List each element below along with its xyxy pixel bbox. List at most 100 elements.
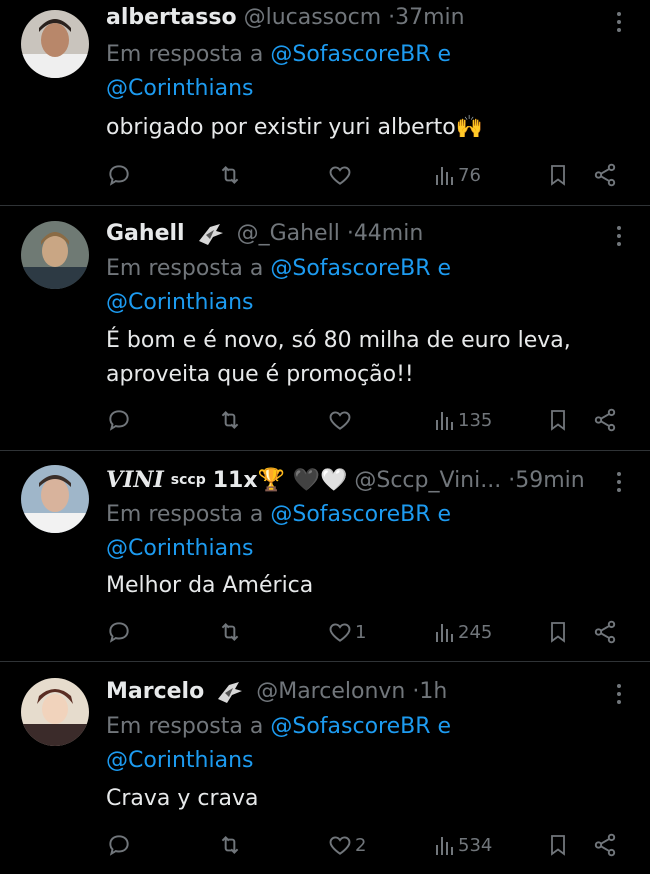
more-icon[interactable] — [614, 12, 624, 36]
views-icon — [436, 167, 453, 185]
avatar[interactable] — [21, 221, 89, 289]
mention-link[interactable]: @SofascoreBR — [270, 42, 430, 67]
tweet-text-line: Crava y crava — [106, 786, 259, 811]
bookmark-button[interactable] — [546, 405, 570, 435]
bookmark-button[interactable] — [546, 160, 570, 190]
share-button[interactable] — [592, 830, 618, 860]
reply-button[interactable] — [106, 405, 132, 435]
retweet-icon — [221, 411, 239, 429]
retweet-icon — [221, 836, 239, 854]
tweet[interactable]: Gahell @_Gahell ·44min Em resposta a @So… — [0, 206, 650, 451]
retweet-button[interactable] — [216, 405, 244, 435]
tweet[interactable]: albertasso @lucassocm ·37min Em resposta… — [0, 0, 650, 206]
retweet-button[interactable] — [216, 160, 244, 190]
tweet-text: Crava y crava — [106, 782, 606, 816]
reply-icon — [109, 622, 129, 643]
share-icon — [594, 620, 616, 644]
display-name-superscript: sccp — [170, 472, 206, 488]
tweet-text-line: aproveita que é promoção!! — [106, 362, 414, 387]
reply-button[interactable] — [106, 160, 132, 190]
username[interactable]: @_Gahell — [237, 221, 340, 246]
mention-link[interactable]: @SofascoreBR — [270, 256, 430, 281]
username[interactable]: @lucassocm — [244, 5, 382, 30]
reply-button[interactable] — [106, 617, 132, 647]
reply-icon — [109, 835, 129, 856]
tweet-text-line: Melhor da América — [106, 573, 314, 598]
reply-context: Em resposta a @SofascoreBR e @Corinthian… — [106, 710, 596, 778]
retweet-button[interactable] — [216, 617, 244, 647]
views-count: 76 — [458, 164, 481, 186]
share-button[interactable] — [592, 160, 618, 190]
reply-context: Em resposta a @SofascoreBR e @Corinthian… — [106, 38, 596, 106]
like-icon — [329, 836, 351, 855]
tweet-text: Melhor da América — [106, 569, 606, 603]
timestamp[interactable]: 59min — [515, 468, 584, 493]
more-icon[interactable] — [614, 472, 624, 496]
tweet[interactable]: VINI sccp 11x🏆 🖤🤍 @Sccp_Vini... ·59min E… — [0, 451, 650, 662]
display-name[interactable]: Gahell — [106, 221, 185, 246]
views-button[interactable]: 534 — [434, 830, 492, 860]
display-name[interactable]: Marcelo — [106, 679, 204, 704]
tweet-text-line: É bom e é novo, só 80 milha de euro leva… — [106, 328, 571, 353]
bookmark-icon — [551, 622, 565, 643]
views-icon — [436, 412, 453, 430]
views-button[interactable]: 76 — [434, 160, 481, 190]
mention-link[interactable]: @SofascoreBR — [270, 502, 430, 527]
share-button[interactable] — [592, 405, 618, 435]
like-button[interactable] — [327, 405, 353, 435]
mention-conjunction: e — [437, 714, 452, 739]
mention-conjunction: e — [437, 502, 452, 527]
timestamp[interactable]: 37min — [395, 5, 464, 30]
tweet-actions: 2 534 — [106, 830, 626, 860]
avatar[interactable] — [21, 465, 89, 533]
timestamp[interactable]: 44min — [354, 221, 423, 246]
tweet-actions: 1 245 — [106, 617, 626, 647]
tweet-actions: 76 — [106, 160, 626, 190]
retweet-icon — [221, 623, 239, 641]
avatar[interactable] — [21, 678, 89, 746]
views-count: 135 — [458, 409, 493, 431]
views-icon — [436, 624, 453, 642]
reply-context: Em resposta a @SofascoreBR e @Corinthian… — [106, 498, 596, 566]
mention-link[interactable]: @Corinthians — [106, 536, 254, 561]
bookmark-icon — [551, 165, 565, 186]
mention-link[interactable]: @Corinthians — [106, 76, 254, 101]
like-count: 2 — [355, 834, 367, 856]
bookmark-button[interactable] — [546, 617, 570, 647]
reply-prefix: Em resposta a — [106, 502, 264, 527]
display-name[interactable]: albertasso — [106, 5, 237, 30]
reply-button[interactable] — [106, 830, 132, 860]
avatar[interactable] — [21, 10, 89, 78]
share-button[interactable] — [592, 617, 618, 647]
like-button[interactable]: 2 — [327, 830, 366, 860]
reply-context: Em resposta a @SofascoreBR e @Corinthian… — [106, 252, 596, 320]
tweet-text: É bom e é novo, só 80 milha de euro leva… — [106, 324, 606, 392]
avatar-image — [21, 221, 89, 289]
like-button[interactable] — [327, 160, 353, 190]
views-button[interactable]: 245 — [434, 617, 492, 647]
username[interactable]: @Marcelonvn — [256, 679, 405, 704]
more-icon[interactable] — [614, 684, 624, 708]
like-button[interactable]: 1 — [327, 617, 366, 647]
timestamp[interactable]: 1h — [419, 679, 447, 704]
mention-link[interactable]: @Corinthians — [106, 290, 254, 315]
tweet-header: albertasso @lucassocm ·37min — [106, 3, 465, 33]
avatar-image — [21, 10, 89, 78]
tweet-header: Marcelo @Marcelonvn ·1h — [106, 677, 447, 707]
mention-link[interactable]: @Corinthians — [106, 748, 254, 773]
more-icon[interactable] — [614, 226, 624, 250]
avatar-image — [21, 678, 89, 746]
views-button[interactable]: 135 — [434, 405, 492, 435]
share-icon — [594, 408, 616, 432]
tweet-text: obrigado por existir yuri alberto🙌 — [106, 111, 606, 145]
reply-prefix: Em resposta a — [106, 714, 264, 739]
views-count: 245 — [458, 621, 493, 643]
like-icon — [329, 166, 351, 185]
retweet-button[interactable] — [216, 830, 244, 860]
bookmark-button[interactable] — [546, 830, 570, 860]
username[interactable]: @Sccp_Vini... — [354, 468, 501, 493]
mention-link[interactable]: @SofascoreBR — [270, 714, 430, 739]
share-icon — [594, 163, 616, 187]
tweet[interactable]: Marcelo @Marcelonvn ·1h Em resposta a @S… — [0, 662, 650, 874]
display-name[interactable]: VINI — [106, 467, 164, 493]
